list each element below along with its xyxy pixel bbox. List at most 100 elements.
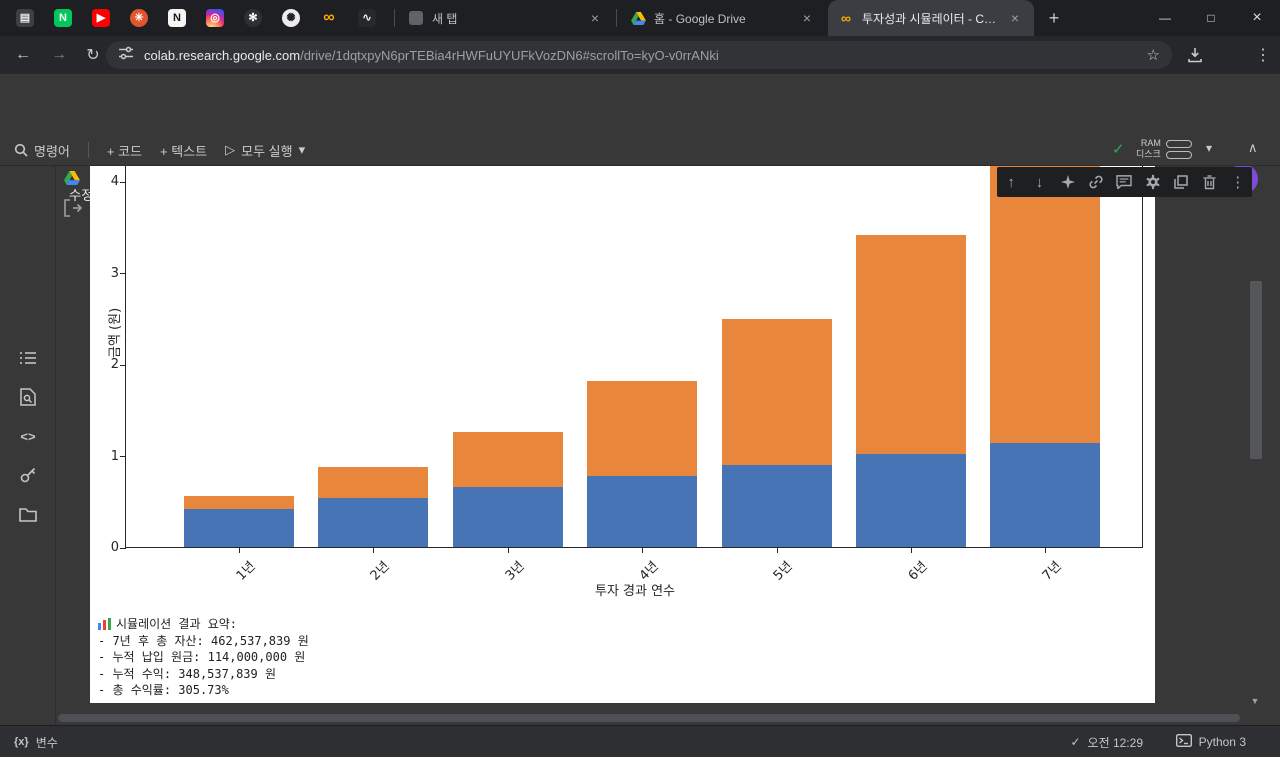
tab-separator bbox=[394, 9, 395, 27]
tab-colab-active[interactable]: ∞ 투자성과 시뮬레이터 - Colab × bbox=[828, 0, 1034, 36]
window-maximize-button[interactable]: □ bbox=[1188, 0, 1234, 36]
app-icon-1: ▤ bbox=[16, 9, 34, 27]
pinned-tab[interactable]: N bbox=[158, 9, 196, 27]
pinned-tab[interactable]: ✺ bbox=[272, 9, 310, 27]
reload-button[interactable]: ↻ bbox=[78, 40, 108, 70]
x-tick-mark bbox=[239, 547, 240, 553]
stacked-bar-chart: 금액 (원) 투자 경과 연수 1년 2년 3년 4년 5년 6년 7년 0 1 2 3 4 bbox=[108, 166, 1143, 599]
cell-gutter-icon[interactable] bbox=[62, 198, 84, 223]
y-tick-mark bbox=[120, 181, 126, 183]
files-folder-icon[interactable] bbox=[17, 503, 39, 525]
bar-profit-segment bbox=[452, 431, 563, 487]
pinned-tab[interactable]: ▶ bbox=[82, 9, 120, 27]
delete-cell-button[interactable] bbox=[1195, 167, 1223, 197]
disk-gauge bbox=[1165, 150, 1192, 159]
pinned-tabs-group: ▤ N ▶ ✳ N ◎ ✻ ✺ ∞ ∿ bbox=[6, 0, 386, 36]
toolbar-divider bbox=[87, 142, 89, 158]
youtube-icon: ▶ bbox=[92, 9, 110, 27]
cell-toolbar: ↑ ↓ ⋮ bbox=[997, 167, 1252, 197]
output-line: - 7년 후 총 자산: 462,537,839 원 bbox=[98, 633, 309, 648]
bar-principal-segment bbox=[990, 442, 1101, 547]
resources-indicator[interactable]: RAM 디스크 bbox=[1136, 138, 1192, 160]
tab-google-drive[interactable]: 홈 - Google Drive × bbox=[620, 0, 826, 36]
window-close-button[interactable]: × bbox=[1234, 0, 1280, 36]
output-line: - 누적 납입 원금: 114,000,000 원 bbox=[98, 650, 306, 664]
y-tick-mark bbox=[120, 364, 126, 366]
kernel-status[interactable]: Python 3 bbox=[1175, 726, 1246, 757]
horizontal-scrollbar-thumb[interactable] bbox=[58, 714, 1240, 722]
more-actions-kebab[interactable]: ⋮ bbox=[1224, 167, 1252, 197]
browser-tab-strip: ▤ N ▶ ✳ N ◎ ✻ ✺ ∞ ∿ 새 탭 × 홈 - Google Drive × ∞ 투자… bbox=[0, 0, 1280, 36]
find-replace-icon[interactable] bbox=[17, 386, 39, 408]
gemini-sparkle-button[interactable] bbox=[1054, 167, 1082, 197]
x-tick-mark bbox=[642, 547, 644, 553]
cell-output-text: 시뮬레이션 결과 요약: - 7년 후 총 자산: 462,537,839 원 … bbox=[98, 616, 309, 699]
bar-principal-segment bbox=[318, 497, 429, 547]
command-palette-button[interactable]: 명령어 bbox=[14, 141, 70, 160]
move-cell-down-button[interactable]: ↓ bbox=[1025, 167, 1053, 197]
pinned-tab[interactable]: ◎ bbox=[196, 9, 234, 27]
add-code-button[interactable]: + 코드 bbox=[107, 141, 142, 160]
new-tab-button[interactable]: + bbox=[1042, 6, 1066, 30]
naver-icon: N bbox=[54, 9, 72, 27]
x-axis-label: 투자 경과 연수 bbox=[594, 584, 676, 599]
left-sidebar: <> bbox=[0, 166, 56, 725]
pinned-tab[interactable]: ∿ bbox=[348, 9, 386, 27]
window-minimize-button[interactable]: — bbox=[1142, 0, 1188, 36]
url-omnibox[interactable]: colab.research.google.com/drive/1dqtxpyN… bbox=[106, 41, 1172, 69]
check-icon: ✓ bbox=[1070, 735, 1081, 749]
run-all-button[interactable]: ▷ 모두 실행 ▾ bbox=[225, 141, 305, 160]
execution-time-status: ✓ 오전 12:29 bbox=[1070, 735, 1143, 750]
ram-gauge bbox=[1165, 139, 1192, 148]
pinned-tab[interactable]: N bbox=[44, 9, 82, 27]
bar-profit-segment bbox=[721, 318, 832, 465]
site-info-icon[interactable] bbox=[118, 45, 134, 66]
variables-button[interactable]: {x} 변수 bbox=[14, 726, 58, 757]
cell-settings-gear-button[interactable] bbox=[1139, 167, 1167, 197]
drive-favicon bbox=[630, 10, 646, 26]
output-line: - 누적 수익: 348,537,839 원 bbox=[98, 666, 277, 681]
bookmark-star-icon[interactable]: ☆ bbox=[1147, 46, 1160, 64]
bar-principal-segment bbox=[856, 453, 966, 547]
resource-gauges bbox=[1165, 139, 1192, 159]
scroll-down-icon[interactable]: ▼ bbox=[1246, 692, 1264, 710]
browser-menu-kebab[interactable]: ⋮ bbox=[1248, 40, 1278, 70]
code-snippets-icon[interactable]: <> bbox=[17, 425, 39, 447]
tab-close-icon[interactable]: × bbox=[798, 9, 816, 27]
colab-pinned-icon: ∞ bbox=[323, 9, 335, 26]
download-icon[interactable] bbox=[1180, 40, 1210, 70]
status-bar: {x} 변수 ✓ 오전 12:29 Python 3 bbox=[0, 725, 1280, 757]
add-comment-button[interactable] bbox=[1110, 167, 1138, 197]
ram-label: RAM bbox=[1140, 138, 1161, 148]
tab-close-icon[interactable]: × bbox=[1006, 9, 1024, 27]
table-of-contents-icon[interactable] bbox=[17, 347, 39, 369]
add-text-button[interactable]: + 텍스트 bbox=[160, 141, 207, 160]
move-cell-up-button[interactable]: ↑ bbox=[997, 167, 1025, 197]
bar-profit-segment bbox=[856, 235, 966, 454]
secrets-key-icon[interactable] bbox=[17, 464, 39, 486]
tab-title: 새 탭 bbox=[432, 11, 458, 26]
search-icon bbox=[14, 143, 28, 157]
mirror-cell-button[interactable] bbox=[1167, 167, 1195, 197]
pinned-tab[interactable]: ∞ bbox=[310, 9, 348, 27]
instagram-icon: ◎ bbox=[206, 9, 224, 27]
forward-button[interactable]: → bbox=[44, 40, 74, 70]
claude-icon: ✳ bbox=[130, 9, 148, 27]
resources-dropdown-icon[interactable]: ▾ bbox=[1206, 141, 1212, 155]
pinned-tab[interactable]: ✻ bbox=[234, 9, 272, 27]
pinned-tab[interactable]: ▤ bbox=[6, 9, 44, 27]
url-text: colab.research.google.com/drive/1dqtxpyN… bbox=[144, 47, 719, 63]
vertical-scrollbar-thumb[interactable] bbox=[1250, 281, 1262, 459]
y-tick-label: 1 bbox=[110, 448, 119, 464]
y-tick-label: 3 bbox=[110, 265, 119, 281]
bar-profit-segment bbox=[184, 495, 294, 509]
collapse-header-icon[interactable]: ∧ bbox=[1248, 140, 1258, 156]
x-tick-mark bbox=[776, 547, 778, 553]
tab-close-icon[interactable]: × bbox=[586, 9, 604, 27]
chevron-down-icon: ▾ bbox=[298, 142, 306, 157]
tab-new-tab[interactable]: 새 탭 × bbox=[398, 0, 614, 36]
pinned-tab[interactable]: ✳ bbox=[120, 9, 158, 27]
bar-principal-segment bbox=[452, 486, 563, 547]
copy-link-button[interactable] bbox=[1082, 167, 1110, 197]
back-button[interactable]: ← bbox=[8, 40, 38, 70]
